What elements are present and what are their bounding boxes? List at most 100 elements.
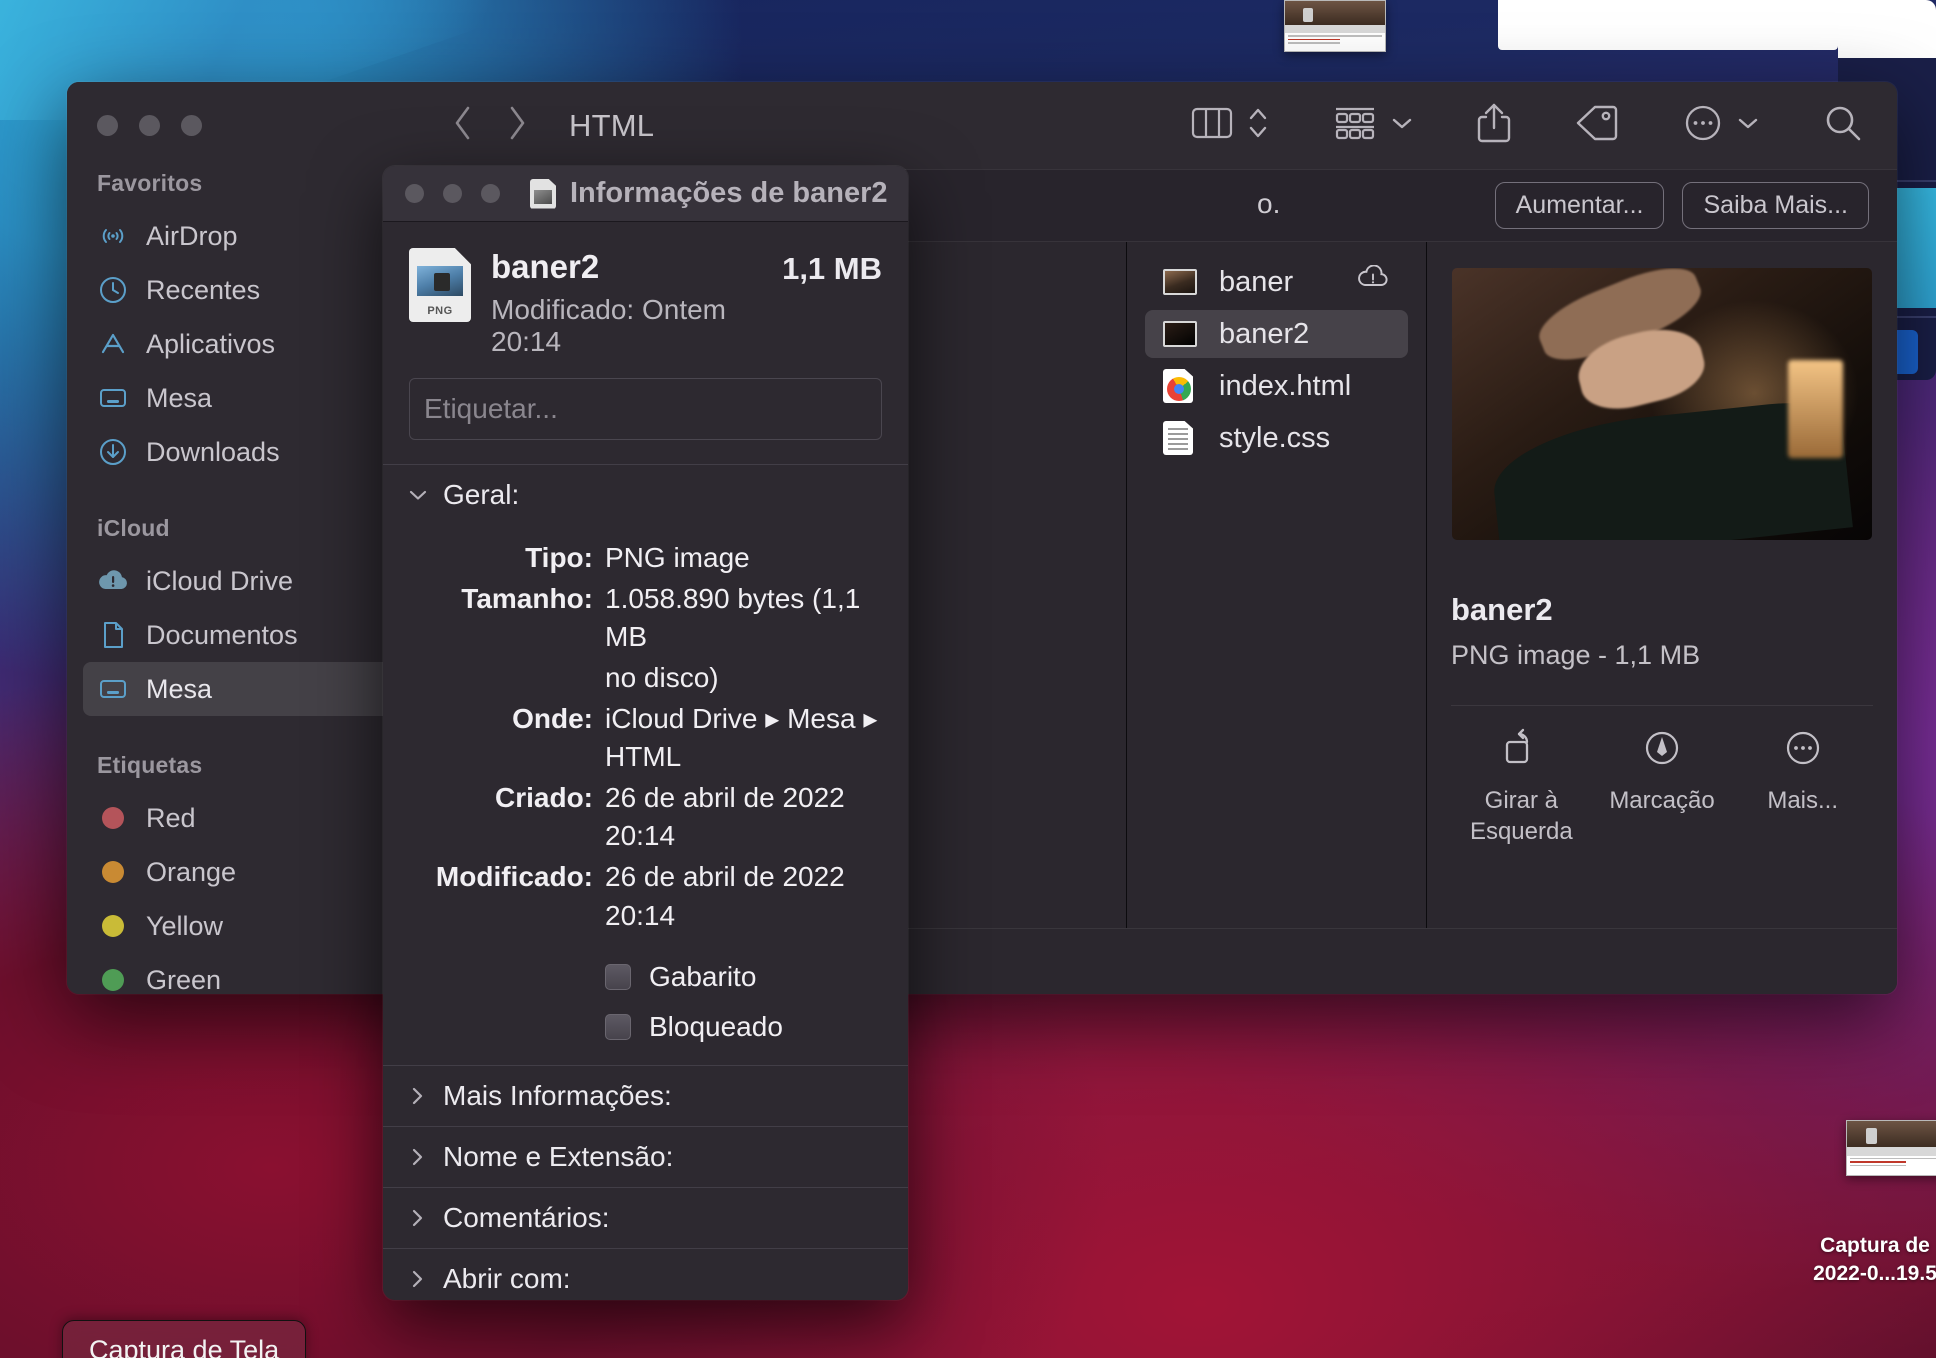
window-traffic-lights[interactable]: [67, 82, 427, 136]
get-info-window[interactable]: Informações de baner2 PNG baner2 Modific…: [383, 166, 908, 1300]
group-by-icon[interactable]: [1333, 105, 1377, 146]
sidebar-item-downloads[interactable]: Downloads: [83, 425, 411, 479]
preview-file-meta: PNG image - 1,1 MB: [1451, 640, 1701, 670]
file-row[interactable]: style.css: [1145, 414, 1408, 462]
file-name: baner: [1219, 265, 1294, 298]
general-section-label: Geral:: [443, 479, 520, 510]
quick-action-mais[interactable]: Mais...: [1732, 728, 1873, 847]
preview-pane: baner2 PNG image - 1,1 MB Girar à Esquer…: [1427, 242, 1897, 928]
file-list[interactable]: baner baner2 index.html style.css: [1127, 242, 1427, 928]
checkbox-gabarito[interactable]: Gabarito: [383, 961, 908, 993]
tag-dot-icon: [97, 964, 129, 994]
back-button[interactable]: [453, 106, 473, 145]
increase-storage-button[interactable]: Aumentar...: [1494, 182, 1665, 229]
file-row[interactable]: baner2: [1145, 310, 1408, 358]
close-button[interactable]: [97, 115, 118, 136]
disclosure-coment-rios[interactable]: Comentários:: [383, 1188, 908, 1248]
finder-toolbar[interactable]: HTML: [427, 82, 1897, 170]
info-field: xno disco): [383, 659, 882, 698]
sidebar-item-documentos[interactable]: Documentos: [83, 608, 411, 662]
screenshot-thumbnail-top[interactable]: [1284, 0, 1386, 52]
info-field-key: Onde:: [512, 702, 593, 734]
sidebar-item-aplicativos[interactable]: Aplicativos: [83, 317, 411, 371]
quick-action-label: Mais...: [1767, 787, 1839, 814]
file-info-icon: [530, 178, 556, 209]
tag-input[interactable]: Etiquetar...: [409, 378, 882, 440]
checkbox-box[interactable]: [605, 1014, 631, 1041]
preview-quick-actions[interactable]: Girar à Esquerda Marcação Mais...: [1451, 705, 1873, 847]
capture-screen-button[interactable]: Captura de Tela: [62, 1320, 307, 1358]
sidebar-item-mesa[interactable]: Mesa: [83, 662, 411, 716]
disclosure-abrir-com[interactable]: Abrir com:: [383, 1249, 908, 1300]
tag-dot-icon: [97, 856, 129, 888]
preview-file-name: baner2: [1451, 592, 1553, 627]
more-actions-control[interactable]: [1683, 103, 1759, 148]
chevron-down-icon[interactable]: [1737, 116, 1759, 135]
sidebar-item-orange[interactable]: Orange: [83, 845, 411, 899]
minimize-button[interactable]: [139, 115, 160, 136]
info-window-titlebar[interactable]: Informações de baner2: [383, 166, 908, 222]
sidebar-item-label: Documentos: [146, 619, 298, 650]
sidebar-item-label: Orange: [146, 856, 237, 887]
finder-window[interactable]: Favoritos AirDrop Recentes Aplicativos Mesa D…: [67, 82, 1897, 994]
disclosure-label: Comentários:: [443, 1202, 610, 1234]
learn-more-button[interactable]: Saiba Mais...: [1682, 182, 1869, 229]
file-row[interactable]: index.html: [1145, 362, 1408, 410]
finder-sidebar[interactable]: Favoritos AirDrop Recentes Aplicativos Mesa D…: [67, 82, 427, 994]
info-maximize-button[interactable]: [481, 184, 500, 203]
forward-button[interactable]: [507, 106, 527, 145]
info-field-value: 26 de abril de 2022 20:14: [605, 781, 845, 852]
info-body: PNG baner2 Modificado: Ontem 20:14 1,1 M…: [383, 222, 908, 1300]
info-file-name: baner2: [491, 248, 600, 285]
navigation-arrows[interactable]: [453, 106, 527, 145]
info-checkboxes[interactable]: Gabarito Bloqueado: [383, 961, 908, 1043]
disclosure-nome-e-extens-o[interactable]: Nome e Extensão:: [383, 1127, 908, 1187]
info-size-badge: 1,1 MB: [782, 251, 882, 286]
checkbox-bloqueado[interactable]: Bloqueado: [383, 1011, 908, 1043]
screenshot-caption: Captura de 2022-0...19.5: [1760, 1232, 1936, 1289]
info-disclosure-list[interactable]: Mais Informações: Nome e Extensão: Comentá…: [383, 1065, 908, 1300]
ellipsis-circle-icon[interactable]: [1683, 103, 1723, 148]
sidebar-section-header: iCloud: [97, 515, 170, 541]
group-by-control[interactable]: [1333, 105, 1413, 146]
sidebar-item-icloud-drive[interactable]: iCloud Drive: [83, 554, 411, 608]
info-traffic-lights[interactable]: [405, 184, 500, 203]
sidebar-item-recentes[interactable]: Recentes: [83, 263, 411, 317]
screenshot-thumbnail-bottom-right[interactable]: [1846, 1120, 1936, 1176]
info-modified-short: Modificado: Ontem 20:14: [491, 294, 726, 357]
checkbox-box[interactable]: [605, 964, 631, 991]
info-field: Tamanho: 1.058.890 bytes (1,1 MB: [383, 580, 882, 657]
thumbnail-image: [1285, 1, 1385, 25]
view-mode-control[interactable]: [1191, 103, 1269, 148]
breadcrumb[interactable]: HTML: [569, 108, 654, 144]
sidebar-item-red[interactable]: Red: [83, 791, 411, 845]
sidebar-item-green[interactable]: Green: [83, 953, 411, 994]
chevron-down-icon[interactable]: [1391, 116, 1413, 135]
screenshot-caption-line2: 2022-0...19.5: [1813, 1262, 1936, 1286]
sidebar-item-label: Recentes: [146, 274, 261, 305]
preview-image: [1452, 268, 1872, 540]
info-close-button[interactable]: [405, 184, 424, 203]
sidebar-item-yellow[interactable]: Yellow: [83, 899, 411, 953]
tag-icon[interactable]: [1575, 104, 1619, 147]
stepper-icon[interactable]: [1247, 103, 1269, 148]
info-window-title: Informações de baner2: [570, 177, 888, 209]
search-control[interactable]: [1823, 103, 1863, 148]
search-icon[interactable]: [1823, 103, 1863, 148]
general-section-header[interactable]: Geral:: [383, 465, 908, 525]
sidebar-item-airdrop[interactable]: AirDrop: [83, 209, 411, 263]
maximize-button[interactable]: [181, 115, 202, 136]
share-icon[interactable]: [1477, 102, 1511, 149]
info-field: Onde: iCloud Drive ▸ Mesa ▸ HTML: [383, 700, 882, 777]
quick-action-girar-esquerda[interactable]: Girar à Esquerda: [1451, 728, 1592, 847]
file-row[interactable]: baner: [1145, 258, 1408, 306]
sidebar-item-mesa[interactable]: Mesa: [83, 371, 411, 425]
info-minimize-button[interactable]: [443, 184, 462, 203]
file-name: index.html: [1219, 369, 1352, 402]
disclosure-mais-informa-es[interactable]: Mais Informações:: [383, 1066, 908, 1126]
tag-control[interactable]: [1575, 104, 1619, 147]
thumbnail-band: [1847, 1146, 1936, 1156]
share-control[interactable]: [1477, 102, 1511, 149]
quick-action-marca-o[interactable]: Marcação: [1592, 728, 1733, 847]
column-view-icon[interactable]: [1191, 106, 1233, 145]
